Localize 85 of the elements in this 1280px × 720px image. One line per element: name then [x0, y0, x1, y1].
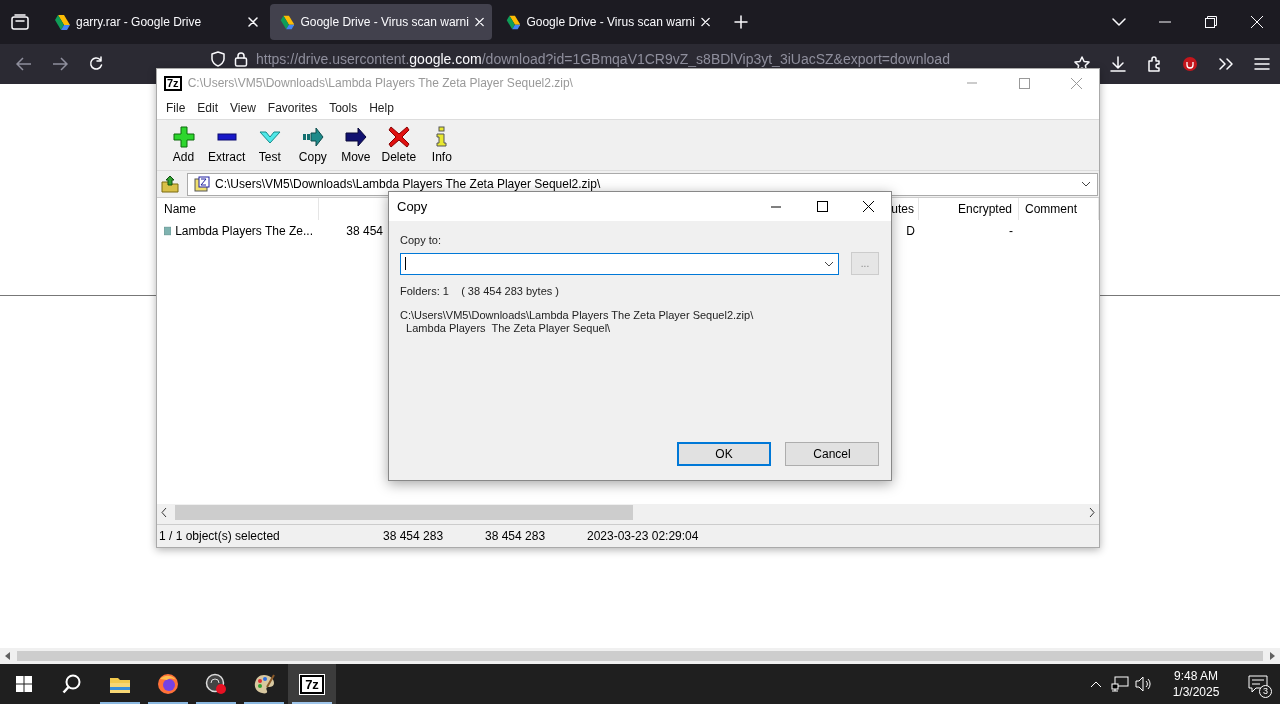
- chevron-up-icon[interactable]: [1090, 680, 1102, 688]
- back-icon[interactable]: [16, 57, 32, 71]
- toolbar-button[interactable]: Copy: [291, 126, 335, 164]
- path-text: Lambda Players The Zeta Player Sequel\: [405, 322, 612, 335]
- globe-icon: [157, 673, 179, 695]
- scrollbar-thumb[interactable]: [17, 651, 1263, 661]
- column-header[interactable]: Comment: [1025, 202, 1077, 216]
- menu-item[interactable]: View: [224, 101, 262, 115]
- taskbar-app[interactable]: 7z: [288, 664, 336, 704]
- chevron-down-icon[interactable]: [1081, 181, 1091, 187]
- window-title: C:\Users\VM5\Downloads\Lambda Players The Zeta Player Sequel2.zip\: [187, 76, 573, 90]
- camera-circle-icon: [205, 673, 227, 695]
- browser-tab[interactable]: Google Drive - Virus scan warni: [270, 4, 492, 40]
- menu-icon[interactable]: [1254, 58, 1270, 70]
- browser-tab[interactable]: garry.rar - Google Drive: [44, 4, 266, 40]
- dialog-button[interactable]: Cancel: [785, 442, 879, 466]
- toolbar-button[interactable]: Add: [162, 126, 205, 164]
- scroll-left-icon[interactable]: [161, 508, 167, 517]
- menu-item[interactable]: Edit: [191, 101, 225, 115]
- table-cell: D: [906, 224, 915, 238]
- column-header[interactable]: utes: [891, 202, 914, 216]
- palette-icon: [253, 673, 275, 695]
- restore-icon[interactable]: [1205, 16, 1217, 28]
- drive-icon: [504, 14, 521, 30]
- status-text: 1 / 1 object(s) selected: [158, 529, 281, 543]
- table-cell: 38 454: [346, 224, 383, 238]
- tab-list-icon[interactable]: [11, 14, 29, 30]
- clock[interactable]: 9:48 AM 1/3/2025: [1164, 664, 1228, 704]
- extensions-icon[interactable]: [1146, 56, 1162, 72]
- drive-icon: [278, 14, 295, 30]
- forward-icon[interactable]: [52, 57, 68, 71]
- double-chevron-icon[interactable]: [1219, 58, 1233, 70]
- status-text: 2023-03-23 02:29:04: [586, 529, 699, 543]
- dialog-button[interactable]: OK: [677, 442, 771, 466]
- app-logo: 7z: [164, 75, 182, 91]
- browser-tab[interactable]: Google Drive - Virus scan warni: [496, 4, 718, 40]
- status-text: 38 454 283: [484, 529, 547, 543]
- table-cell: -: [1009, 224, 1013, 238]
- toolbar-button[interactable]: Delete: [377, 126, 421, 164]
- minimize-icon[interactable]: [771, 205, 781, 208]
- menu-item[interactable]: Favorites: [261, 101, 324, 115]
- toolbar-button[interactable]: Info: [420, 126, 464, 164]
- menu-item[interactable]: File: [160, 101, 192, 115]
- drive-icon: [52, 14, 70, 30]
- column-header[interactable]: Name: [164, 202, 196, 216]
- scroll-left-icon[interactable]: [5, 652, 11, 660]
- close-icon[interactable]: [862, 201, 874, 212]
- address-field[interactable]: C:\Users\VM5\Downloads\Lambda Players The Zeta Player Sequel2.zip\: [187, 172, 1098, 196]
- menu-item[interactable]: Tools: [323, 101, 364, 115]
- field-label: Copy to:: [400, 234, 442, 246]
- search-icon[interactable]: [62, 674, 82, 694]
- chevron-down-icon[interactable]: [824, 260, 834, 267]
- new-tab-icon[interactable]: [734, 15, 748, 29]
- reload-icon[interactable]: [88, 56, 104, 72]
- shield-icon[interactable]: [210, 51, 226, 67]
- shield-badge-icon[interactable]: [1182, 56, 1198, 72]
- arrow-right-icon: [344, 126, 367, 148]
- plus-icon: [172, 126, 195, 148]
- arrow-right-icon: [301, 126, 324, 148]
- network-icon[interactable]: [1111, 676, 1129, 692]
- scroll-right-icon[interactable]: [1089, 508, 1095, 517]
- archive-icon: [194, 176, 210, 192]
- status-text: 38 454 283: [382, 529, 445, 543]
- folder-icon: [164, 224, 172, 238]
- toolbar-button[interactable]: Test: [248, 126, 292, 164]
- download-icon[interactable]: [1110, 56, 1126, 72]
- x-icon: [387, 126, 410, 148]
- table-cell: Lambda Players The Ze...: [175, 224, 313, 238]
- start-icon[interactable]: [16, 676, 32, 692]
- toolbar-button[interactable]: Extract: [205, 126, 249, 164]
- menu-item[interactable]: Help: [363, 101, 400, 115]
- summary-text: Folders: 1 ( 38 454 283 bytes ): [400, 285, 560, 297]
- notification-icon[interactable]: [1248, 675, 1268, 693]
- path-text: C:\Users\VM5\Downloads\Lambda Players The Zeta Player Sequel2.zip\: [400, 309, 755, 322]
- folder-up-icon[interactable]: [161, 175, 179, 193]
- scroll-right-icon[interactable]: [1269, 652, 1275, 660]
- toolbar-button[interactable]: Move: [334, 126, 378, 164]
- scrollbar-thumb[interactable]: [175, 505, 633, 520]
- destination-field[interactable]: [400, 252, 839, 275]
- notification-badge: 3: [1259, 685, 1272, 698]
- dialog-title: Copy: [397, 199, 428, 214]
- maximize-icon[interactable]: [816, 201, 828, 212]
- speaker-icon[interactable]: [1135, 676, 1153, 692]
- lock-icon[interactable]: [234, 51, 248, 67]
- column-header[interactable]: Encrypted: [957, 202, 1012, 216]
